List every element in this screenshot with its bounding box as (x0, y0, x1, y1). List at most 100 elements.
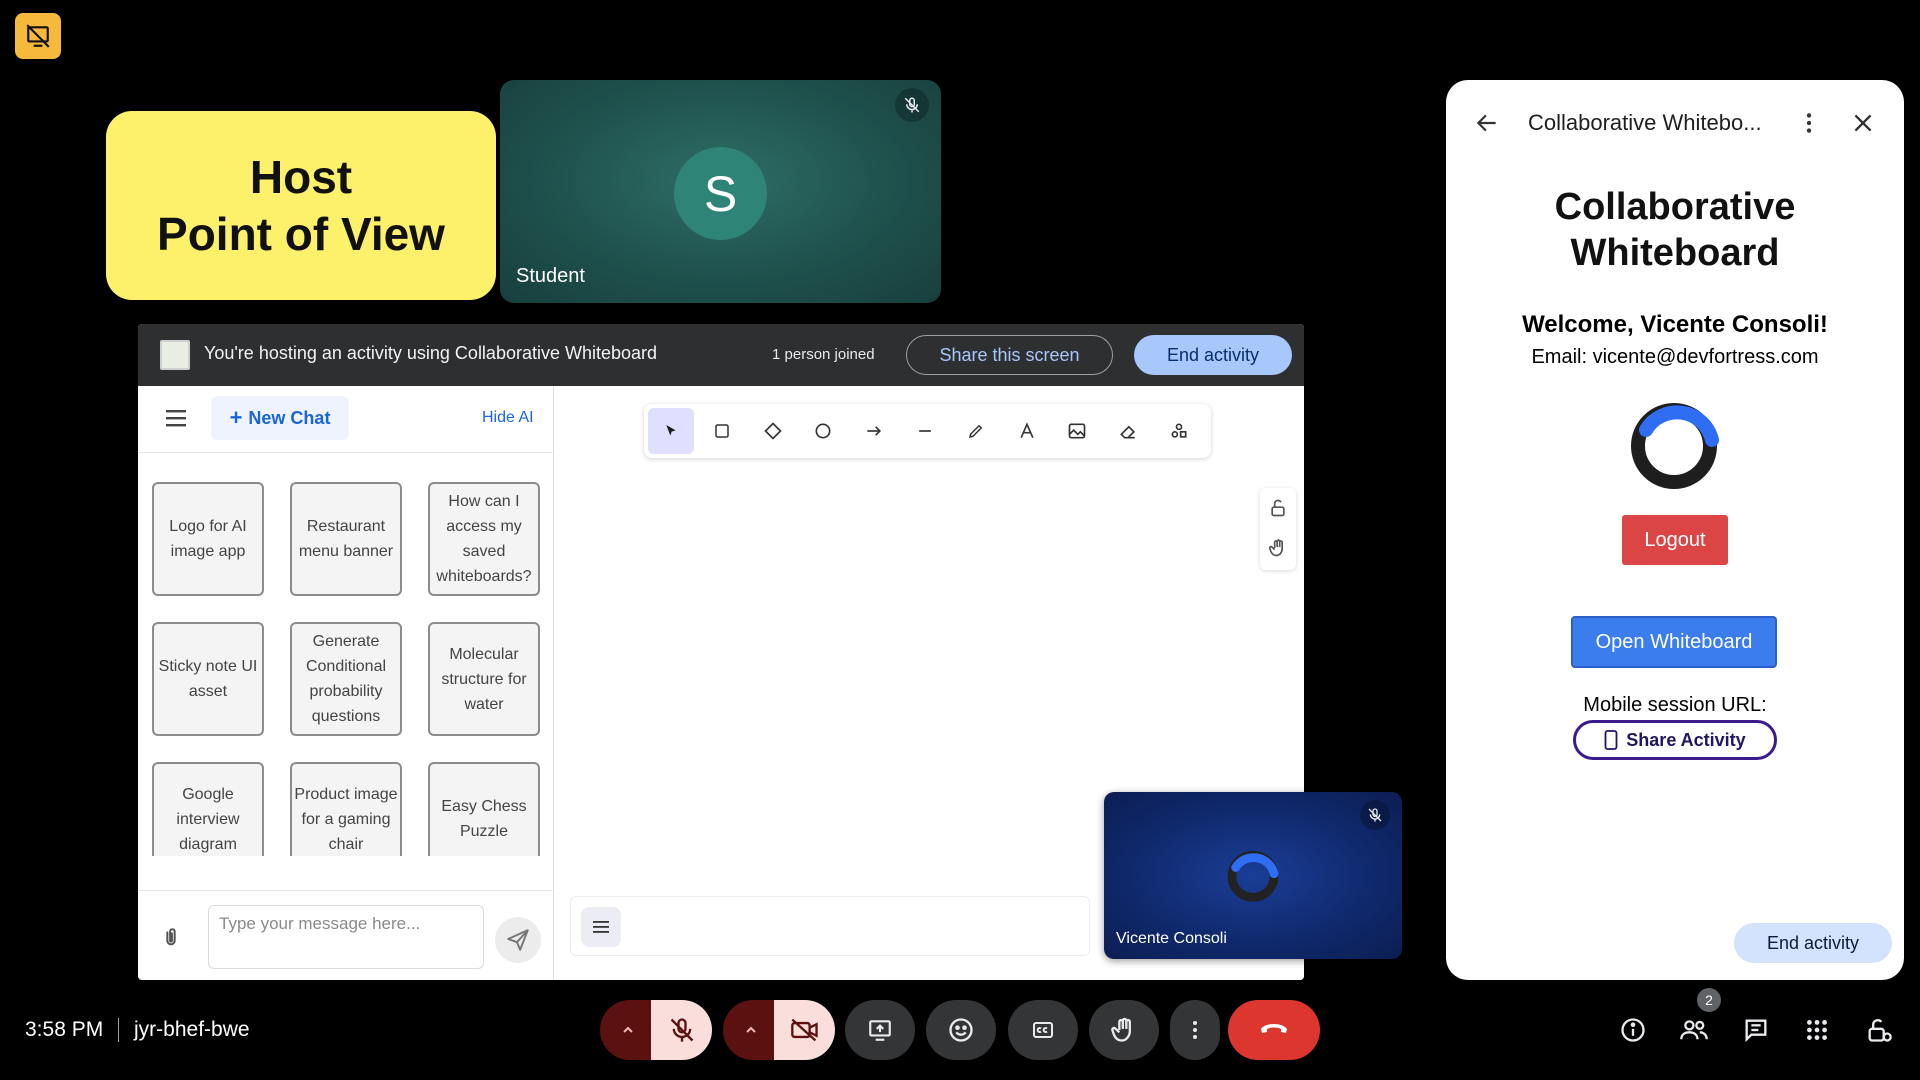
activity-side-panel: Collaborative Whitebo... Collaborative W… (1446, 80, 1904, 980)
devfortress-logo-icon (1626, 390, 1726, 494)
meeting-code: jyr-bhef-bwe (134, 1018, 250, 1041)
more-vertical-icon[interactable] (1796, 110, 1822, 141)
present-screen-icon (869, 1020, 891, 1041)
ellipse-tool-icon[interactable] (800, 408, 846, 454)
self-video-tile[interactable]: Vicente Consoli (1104, 792, 1402, 959)
meeting-details-info-icon[interactable] (1613, 1010, 1653, 1050)
share-activity-label: Share Activity (1626, 729, 1746, 750)
reactions-button[interactable] (926, 1000, 996, 1060)
hosting-message: You're hosting an activity using Collabo… (204, 343, 658, 363)
people-count-badge: 2 (1697, 988, 1721, 1012)
activities-apps-icon[interactable] (1797, 1010, 1837, 1050)
pencil-tool-icon[interactable] (953, 408, 999, 454)
activity-hosting-bar: You're hosting an activity using Collabo… (138, 324, 1304, 386)
prompt-suggestions-grid: Logo for AI image app Restaurant menu ba… (152, 482, 542, 856)
host-controls-lock-icon[interactable] (1859, 1010, 1899, 1050)
people-icon[interactable] (1674, 1010, 1714, 1050)
more-options-button[interactable] (1170, 1000, 1220, 1060)
whiteboard-heading: Collaborative Whiteboard (1446, 184, 1904, 276)
shapes-library-icon[interactable] (1156, 408, 1202, 454)
hand-icon (1111, 1017, 1131, 1042)
share-this-screen-button[interactable]: Share this screen (906, 335, 1113, 375)
leave-call-button[interactable] (1228, 1000, 1320, 1060)
mobile-session-url-label: Mobile session URL: (1583, 694, 1767, 716)
rectangle-tool-icon[interactable] (699, 408, 745, 454)
canvas-footer-bar (570, 896, 1090, 956)
mic-options-chevron[interactable] (600, 1000, 656, 1060)
logout-button[interactable]: Logout (1622, 515, 1728, 565)
prompt-card[interactable]: Logo for AI image app (152, 482, 264, 596)
mic-off-icon (670, 1018, 693, 1042)
host-pov-label: Host Point of View (106, 111, 496, 300)
camera-off-icon (790, 1018, 818, 1042)
hamburger-menu-icon[interactable] (166, 408, 190, 428)
share-activity-button[interactable]: Share Activity (1573, 720, 1777, 760)
student-name: Student (516, 265, 585, 287)
panel-title: Collaborative Whitebo... (1528, 110, 1762, 135)
new-chat-button[interactable]: + New Chat (211, 396, 349, 440)
select-tool-icon[interactable] (648, 408, 694, 454)
ai-chat-panel: + New Chat Hide AI Logo for AI image app… (138, 386, 554, 980)
user-email: Email: vicente@devfortress.com (1531, 346, 1819, 368)
arrow-tool-icon[interactable] (851, 408, 897, 454)
end-activity-button[interactable]: End activity (1134, 335, 1292, 375)
joined-count: 1 person joined (772, 346, 875, 363)
raise-hand-button[interactable] (1089, 1000, 1159, 1060)
heading-line2: Whiteboard (1570, 232, 1780, 274)
host-pov-line1: Host (249, 150, 353, 203)
chevron-up-icon (623, 1026, 633, 1033)
hand-pan-icon[interactable] (1268, 538, 1288, 563)
chevron-up-icon (746, 1026, 756, 1033)
divider (138, 890, 554, 891)
student-video-tile[interactable]: S Student (500, 80, 941, 303)
panel-end-activity-button[interactable]: End activity (1734, 923, 1892, 963)
prompt-card[interactable]: Google interview diagram (152, 762, 264, 856)
prompt-card[interactable]: Molecular structure for water (428, 622, 540, 736)
chat-icon[interactable] (1736, 1010, 1776, 1050)
captions-button[interactable] (1008, 1000, 1078, 1060)
send-icon (507, 929, 529, 951)
heading-line1: Collaborative (1554, 186, 1796, 228)
whiteboard-app-logo-icon (160, 340, 190, 370)
camera-toggle-button[interactable] (774, 1000, 835, 1060)
self-name: Vicente Consoli (1116, 930, 1227, 947)
phone-icon (1604, 730, 1618, 750)
close-icon[interactable] (1850, 110, 1876, 141)
line-tool-icon[interactable] (902, 408, 948, 454)
camera-options-chevron[interactable] (723, 1000, 779, 1060)
image-tool-icon[interactable] (1055, 408, 1101, 454)
new-chat-label: New Chat (248, 407, 331, 428)
text-tool-icon[interactable] (1004, 408, 1050, 454)
canvas-side-tools (1260, 488, 1296, 570)
unlock-icon[interactable] (1268, 498, 1288, 523)
user-avatar-logo (1222, 844, 1284, 906)
microphone-toggle-button[interactable] (651, 1000, 712, 1060)
prompt-card[interactable]: Restaurant menu banner (290, 482, 402, 596)
canvas-menu-icon[interactable] (581, 907, 621, 947)
clock: 3:58 PM (25, 1018, 104, 1041)
prompt-card[interactable]: Generate Conditional probability questio… (290, 622, 402, 736)
attachment-icon[interactable] (160, 924, 182, 955)
diamond-tool-icon[interactable] (750, 408, 796, 454)
present-screen-button[interactable] (845, 1000, 915, 1060)
screen-share-off-icon[interactable] (15, 13, 61, 59)
more-vertical-icon (1193, 1021, 1197, 1039)
message-input[interactable] (208, 905, 484, 969)
divider (118, 1018, 119, 1042)
end-call-icon (1261, 1024, 1287, 1033)
welcome-message: Welcome, Vicente Consoli! (1522, 311, 1828, 338)
prompt-card[interactable]: Easy Chess Puzzle (428, 762, 540, 856)
send-button[interactable] (495, 917, 541, 963)
emoji-icon (949, 1018, 973, 1042)
hide-ai-link[interactable]: Hide AI (482, 409, 534, 427)
host-pov-line2: Point of View (157, 207, 445, 260)
divider (138, 452, 554, 453)
prompt-card[interactable]: Sticky note UI asset (152, 622, 264, 736)
back-arrow-icon[interactable] (1474, 110, 1500, 141)
mic-off-icon (1360, 800, 1390, 830)
eraser-tool-icon[interactable] (1105, 408, 1151, 454)
prompt-card[interactable]: How can I access my saved whiteboards? (428, 482, 540, 596)
open-whiteboard-button[interactable]: Open Whiteboard (1571, 616, 1777, 668)
student-avatar: S (674, 147, 767, 240)
prompt-card[interactable]: Product image for a gaming chair (290, 762, 402, 856)
